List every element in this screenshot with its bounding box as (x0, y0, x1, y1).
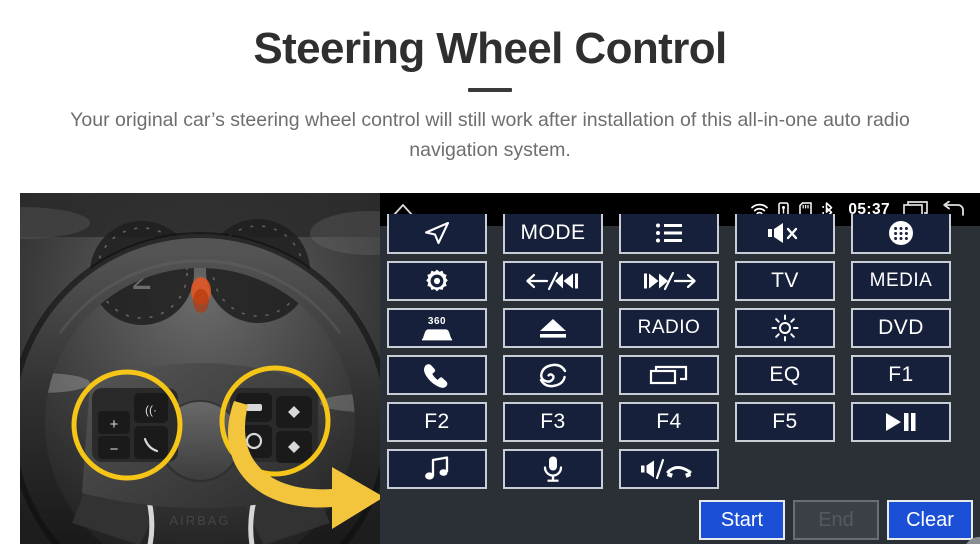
header: Steering Wheel Control Your original car… (0, 0, 980, 166)
spiral-icon (538, 362, 568, 388)
start-button[interactable]: Start (699, 500, 785, 540)
content-area: 2 AIRBAG + − ((· 05:37 MODE TV MEDIA 360… (0, 193, 980, 544)
key-play-pause[interactable] (851, 402, 951, 442)
car-360-icon: 360 (417, 313, 457, 343)
list-icon (654, 222, 684, 244)
key-brightness[interactable] (735, 308, 835, 348)
key-next-track[interactable] (619, 261, 719, 301)
key-voice[interactable] (503, 449, 603, 489)
key-previous-track[interactable] (503, 261, 603, 301)
steering-wheel-photo: 2 AIRBAG + − ((· (20, 193, 380, 544)
key-row: F2 F3 F4 F5 (387, 402, 980, 442)
play-pause-icon (883, 411, 919, 433)
svg-text:((·: ((· (145, 403, 157, 417)
key-row: TV MEDIA (387, 261, 980, 301)
brightness-sun-icon (771, 314, 799, 342)
key-f4[interactable]: F4 (619, 402, 719, 442)
key-row: MODE (387, 214, 980, 254)
gear-dot-icon (424, 268, 450, 294)
svg-text:360: 360 (428, 316, 446, 327)
key-tv[interactable]: TV (735, 261, 835, 301)
music-note-icon (423, 456, 451, 482)
action-bar: Start End Clear (699, 500, 973, 540)
key-f3[interactable]: F3 (503, 402, 603, 442)
page-subtitle: Your original car’s steering wheel contr… (70, 109, 910, 161)
radio-head-unit: 05:37 MODE TV MEDIA 360 RADIO DVD EQ F1 … (380, 193, 980, 544)
key-phone[interactable] (387, 355, 487, 395)
page-title: Steering Wheel Control (253, 24, 727, 73)
svg-text:AIRBAG: AIRBAG (169, 513, 230, 528)
key-f1[interactable]: F1 (851, 355, 951, 395)
key-dvd[interactable]: DVD (851, 308, 951, 348)
key-media[interactable]: MEDIA (851, 261, 951, 301)
key-eject[interactable] (503, 308, 603, 348)
key-row: EQ F1 (387, 355, 980, 395)
key-menu-list[interactable] (619, 214, 719, 254)
key-mute[interactable] (735, 214, 835, 254)
key-window[interactable] (619, 355, 719, 395)
key-navigation[interactable] (387, 214, 487, 254)
key-volume-hangup[interactable] (619, 449, 719, 489)
key-f2[interactable]: F2 (387, 402, 487, 442)
mute-icon (767, 221, 803, 245)
title-divider (468, 88, 512, 93)
key-mode[interactable]: MODE (503, 214, 603, 254)
key-apps[interactable] (851, 214, 951, 254)
key-f5[interactable]: F5 (735, 402, 835, 442)
phone-icon (422, 362, 452, 388)
key-settings[interactable] (387, 261, 487, 301)
key-row (387, 449, 980, 489)
microphone-icon (541, 455, 565, 483)
next-track-icon (641, 270, 697, 292)
key-music[interactable] (387, 449, 487, 489)
eject-icon (536, 316, 570, 340)
steering-wheel-illustration: 2 AIRBAG + − ((· (20, 193, 380, 544)
key-swirl[interactable] (503, 355, 603, 395)
key-radio[interactable]: RADIO (619, 308, 719, 348)
apps-grid-icon (887, 219, 915, 247)
navigation-arrow-icon (422, 220, 452, 246)
svg-text:+: + (110, 416, 119, 433)
key-camera-360[interactable]: 360 (387, 308, 487, 348)
end-button[interactable]: End (793, 500, 879, 540)
swc-key-grid: MODE TV MEDIA 360 RADIO DVD EQ F1 F2 F3 … (387, 214, 980, 496)
svg-text:−: − (110, 441, 119, 458)
clear-button[interactable]: Clear (887, 500, 973, 540)
prev-track-icon (525, 270, 581, 292)
volume-hangup-icon (640, 457, 698, 481)
window-card-icon (649, 364, 689, 386)
key-row: 360 RADIO DVD (387, 308, 980, 348)
key-eq[interactable]: EQ (735, 355, 835, 395)
